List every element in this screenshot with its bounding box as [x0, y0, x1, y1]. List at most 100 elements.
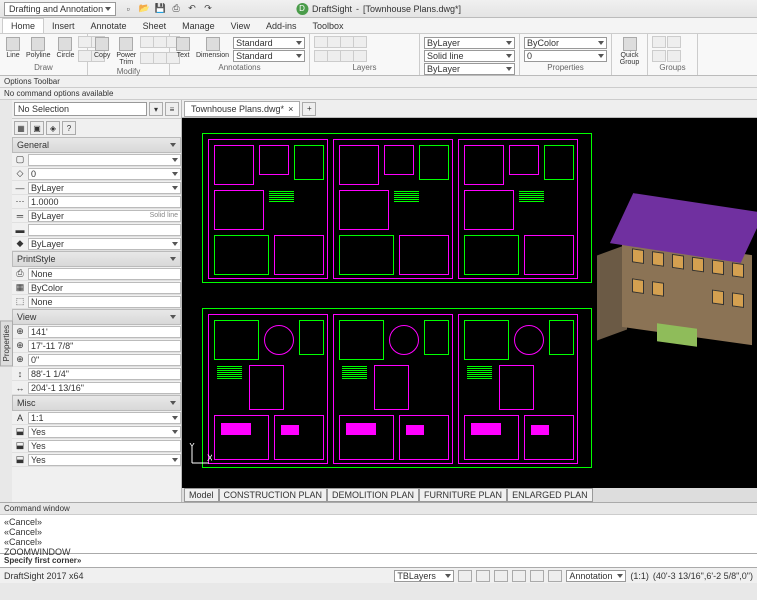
- ucs3-value[interactable]: Yes: [28, 454, 181, 466]
- redo-icon[interactable]: ↷: [202, 3, 214, 15]
- circle-button[interactable]: Circle: [55, 36, 77, 63]
- layout-tab[interactable]: FURNITURE PLAN: [419, 488, 507, 502]
- tab-toolbox[interactable]: Toolbox: [305, 19, 352, 33]
- save-icon[interactable]: 💾: [154, 3, 166, 15]
- layout-tab[interactable]: DEMOLITION PLAN: [327, 488, 419, 502]
- printstyle-combo[interactable]: ByColor: [524, 37, 607, 49]
- polyline-button[interactable]: Polyline: [24, 36, 53, 63]
- pst-value[interactable]: ByColor: [28, 282, 181, 294]
- chevron-down-icon: [170, 143, 176, 147]
- prop-tool-icon[interactable]: ▣: [30, 121, 44, 135]
- status-toggle-icon[interactable]: [476, 570, 490, 582]
- color-value[interactable]: [28, 154, 181, 166]
- modify-tool-icon[interactable]: [153, 52, 167, 64]
- dimension-button[interactable]: Dimension: [194, 36, 231, 63]
- status-toggle-icon[interactable]: [458, 570, 472, 582]
- group-tool-icon[interactable]: [667, 36, 681, 48]
- print-icon[interactable]: ⎙: [170, 3, 182, 15]
- layer-tool-icon[interactable]: [327, 50, 341, 62]
- properties-side-tab[interactable]: Properties: [0, 320, 13, 366]
- section-view[interactable]: View: [12, 309, 181, 325]
- cz-value[interactable]: 0": [28, 354, 181, 366]
- line-button[interactable]: Line: [4, 36, 22, 63]
- close-icon[interactable]: ×: [288, 104, 293, 114]
- selection-combo[interactable]: No Selection: [14, 102, 147, 116]
- title-bar: Drafting and Annotation ▫ 📂 💾 ⎙ ↶ ↷ D Dr…: [0, 0, 757, 18]
- text-style-combo[interactable]: Standard: [233, 37, 305, 49]
- quick-group-button[interactable]: Quick Group: [616, 36, 643, 67]
- layout-tab[interactable]: CONSTRUCTION PLAN: [219, 488, 328, 502]
- tab-insert[interactable]: Insert: [44, 19, 83, 33]
- dim-style-combo[interactable]: Standard: [233, 50, 305, 62]
- status-layers-combo[interactable]: TBLayers: [394, 570, 454, 582]
- ps-value[interactable]: None: [28, 268, 181, 280]
- prop-tool-icon[interactable]: ?: [62, 121, 76, 135]
- tab-view[interactable]: View: [223, 19, 258, 33]
- section-misc[interactable]: Misc: [12, 395, 181, 411]
- thick-value[interactable]: [28, 224, 181, 236]
- att-value[interactable]: None: [28, 296, 181, 308]
- prop-tool-icon[interactable]: ◈: [46, 121, 60, 135]
- list-icon[interactable]: ≡: [165, 102, 179, 116]
- group-tool-icon[interactable]: [652, 36, 666, 48]
- undo-icon[interactable]: ↶: [186, 3, 198, 15]
- layer-tool-icon[interactable]: [340, 36, 354, 48]
- layout-tab[interactable]: ENLARGED PLAN: [507, 488, 593, 502]
- open-icon[interactable]: 📂: [138, 3, 150, 15]
- tab-home[interactable]: Home: [2, 18, 44, 33]
- ucs2-value[interactable]: Yes: [28, 440, 181, 452]
- color-combo[interactable]: ByLayer: [424, 37, 515, 49]
- modify-tool-icon[interactable]: [153, 36, 167, 48]
- section-printstyle[interactable]: PrintStyle: [12, 251, 181, 267]
- ann-value[interactable]: 1:1: [28, 412, 181, 424]
- layout-tab-model[interactable]: Model: [184, 488, 219, 502]
- layer-tool-icon[interactable]: [353, 50, 367, 62]
- copy-button[interactable]: Copy: [92, 36, 112, 67]
- powertrim-button[interactable]: Power Trim: [114, 36, 138, 67]
- cx-value[interactable]: 141': [28, 326, 181, 338]
- ltype-value[interactable]: ByLayer: [28, 182, 181, 194]
- prop-tool-icon[interactable]: ▦: [14, 121, 28, 135]
- add-tab-button[interactable]: +: [302, 102, 316, 116]
- layer-tool-icon[interactable]: [327, 36, 341, 48]
- lweight-combo[interactable]: ByLayer: [424, 63, 515, 75]
- cy-value[interactable]: 17'-11 7/8": [28, 340, 181, 352]
- command-prompt[interactable]: Specify first corner»: [0, 553, 757, 567]
- ltype-icon: —: [12, 182, 28, 194]
- layer-tool-icon[interactable]: [314, 36, 328, 48]
- status-annotation-combo[interactable]: Annotation: [566, 570, 626, 582]
- w-value[interactable]: 204'-1 13/16": [28, 382, 181, 394]
- lscale-value[interactable]: 1.0000: [28, 196, 181, 208]
- text-button[interactable]: Text: [174, 36, 192, 63]
- layer-tool-icon[interactable]: [353, 36, 367, 48]
- trim-icon: [119, 37, 133, 51]
- section-general[interactable]: General: [12, 137, 181, 153]
- style-value[interactable]: ByLayer: [28, 238, 181, 250]
- tab-addins[interactable]: Add-ins: [258, 19, 305, 33]
- prop-combo[interactable]: 0: [524, 50, 607, 62]
- h-value[interactable]: 88'-1 1/4": [28, 368, 181, 380]
- layer-tool-icon[interactable]: [340, 50, 354, 62]
- status-toggle-icon[interactable]: [548, 570, 562, 582]
- layer-value[interactable]: 0: [28, 168, 181, 180]
- workspace-dropdown[interactable]: Drafting and Annotation: [4, 2, 116, 16]
- drawing-canvas[interactable]: XY: [182, 118, 757, 488]
- modify-tool-icon[interactable]: [140, 36, 154, 48]
- linetype-combo[interactable]: Solid line: [424, 50, 515, 62]
- new-icon[interactable]: ▫: [122, 3, 134, 15]
- tab-annotate[interactable]: Annotate: [83, 19, 135, 33]
- ucs-value[interactable]: Yes: [28, 426, 181, 438]
- status-toggle-icon[interactable]: [512, 570, 526, 582]
- group-tool-icon[interactable]: [652, 50, 666, 62]
- status-toggle-icon[interactable]: [530, 570, 544, 582]
- tab-sheet[interactable]: Sheet: [135, 19, 175, 33]
- tab-manage[interactable]: Manage: [174, 19, 223, 33]
- layer-tool-icon[interactable]: [314, 50, 328, 62]
- command-history[interactable]: «Cancel» «Cancel» «Cancel» ZOOMWINDOW: [0, 515, 757, 553]
- group-tool-icon[interactable]: [667, 50, 681, 62]
- lweight-value[interactable]: ByLayerSolid line: [28, 210, 181, 222]
- status-toggle-icon[interactable]: [494, 570, 508, 582]
- filter-icon[interactable]: ▾: [149, 102, 163, 116]
- modify-tool-icon[interactable]: [140, 52, 154, 64]
- doc-tab[interactable]: Townhouse Plans.dwg*×: [184, 101, 300, 117]
